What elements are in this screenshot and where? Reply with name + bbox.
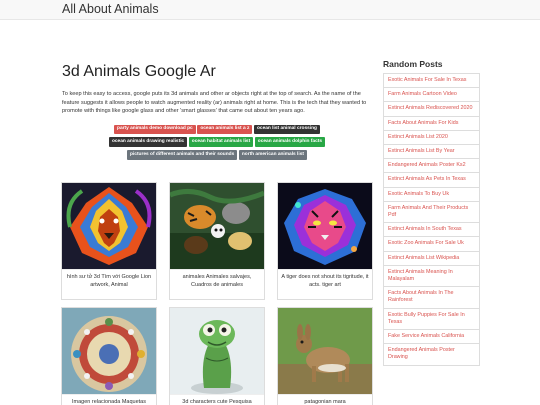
tag-link[interactable]: ocean animals dolphin facts [254, 137, 326, 147]
animal-wheel-model-image[interactable] [62, 308, 156, 394]
tag-link[interactable]: ocean animals list a z [197, 124, 253, 134]
sidebar-post-link[interactable]: Facts About Animals For Kids [383, 116, 480, 131]
image-caption[interactable]: patagonian mara [278, 394, 372, 405]
image-caption[interactable]: animales Animales salvajes, Cuadros de a… [170, 269, 264, 299]
image-card[interactable]: 3d characters cute Pesquisa [169, 307, 265, 405]
sidebar-post-link[interactable]: Endangered Animals Poster Ks2 [383, 159, 480, 174]
image-card[interactable]: hình sư tử 3d Tìm với Google Lion artwor… [61, 182, 157, 300]
wild-animals-collage-image[interactable] [170, 183, 264, 269]
tag-list: party animals demo download pc ocean anim… [62, 124, 372, 164]
sidebar-post-link[interactable]: Exotic Bully Puppies For Sale In Texas [383, 308, 480, 331]
image-caption[interactable]: 3d characters cute Pesquisa [170, 394, 264, 405]
sidebar-post-link[interactable]: Exotic Animals For Sale In Texas [383, 74, 480, 89]
page-title: 3d Animals Google Ar [62, 63, 216, 80]
tag-link[interactable]: north american animals list [238, 150, 307, 160]
image-caption[interactable]: hình sư tử 3d Tìm với Google Lion artwor… [62, 269, 156, 299]
sidebar-post-link[interactable]: Fake Service Animals California [383, 330, 480, 345]
sidebar-title: Random Posts [383, 59, 443, 69]
patagonian-mara-image[interactable] [278, 308, 372, 394]
image-card[interactable]: animales Animales salvajes, Cuadros de a… [169, 182, 265, 300]
sidebar-post-link[interactable]: Farm Animals Cartoon Video [383, 88, 480, 103]
tag-link[interactable]: ocean list animal crossing [253, 124, 320, 134]
tag-link[interactable]: ocean animals drawing realistic [108, 137, 188, 147]
image-card[interactable]: Imagen relacionada Maquetas [61, 307, 157, 405]
lion-artwork-image[interactable] [62, 183, 156, 269]
sidebar-post-link[interactable]: Facts About Animals In The Rainforest [383, 287, 480, 309]
tag-link[interactable]: ocean habitat animals list [188, 137, 254, 147]
tag-link[interactable]: party animals demo download pc [114, 124, 196, 134]
sidebar-post-link[interactable]: Extinct Animals In South Texas [383, 223, 480, 238]
site-brand-link[interactable]: All About Animals [62, 0, 159, 18]
sidebar-post-link[interactable]: Extinct Animals Meaning In Malayalam [383, 265, 480, 288]
image-card[interactable]: A tiger does not shout its tigritude, it… [277, 182, 373, 300]
sidebar-post-link[interactable]: Exotic Zoo Animals For Sale Uk [383, 237, 480, 252]
sidebar-post-link[interactable]: Extinct Animals As Pets In Texas [383, 173, 480, 188]
top-navbar: All About Animals [0, 0, 540, 20]
sidebar-post-link[interactable]: Endangered Animals Poster Drawing [383, 344, 480, 366]
sidebar-post-link[interactable]: Extinct Animals List By Year [383, 145, 480, 160]
main-content: 3d Animals Google Ar To keep this easy t… [62, 62, 372, 163]
sidebar-post-link[interactable]: Extinct Animals List 2020 [383, 130, 480, 146]
sidebar-post-link[interactable]: Farm Animals And Their Products Pdf [383, 201, 480, 224]
tiger-art-image[interactable] [278, 183, 372, 269]
intro-paragraph: To keep this easy to access, google puts… [62, 91, 367, 114]
sidebar-post-link[interactable]: Extinct Animals Rediscovered 2020 [383, 102, 480, 117]
tag-link[interactable]: pictures of different animals and their … [127, 150, 238, 160]
sidebar-post-link[interactable]: Exotic Animals To Buy Uk [383, 187, 480, 202]
cute-3d-character-image[interactable] [170, 308, 264, 394]
sidebar: Random Posts Exotic Animals For Sale In … [383, 58, 480, 366]
image-caption[interactable]: A tiger does not shout its tigritude, it… [278, 269, 372, 299]
sidebar-post-link[interactable]: Extinct Animals List Wikipedia [383, 251, 480, 266]
random-posts-list: Exotic Animals For Sale In Texas Farm An… [383, 73, 480, 366]
image-caption[interactable]: Imagen relacionada Maquetas [62, 394, 156, 405]
image-card[interactable]: patagonian mara [277, 307, 373, 405]
